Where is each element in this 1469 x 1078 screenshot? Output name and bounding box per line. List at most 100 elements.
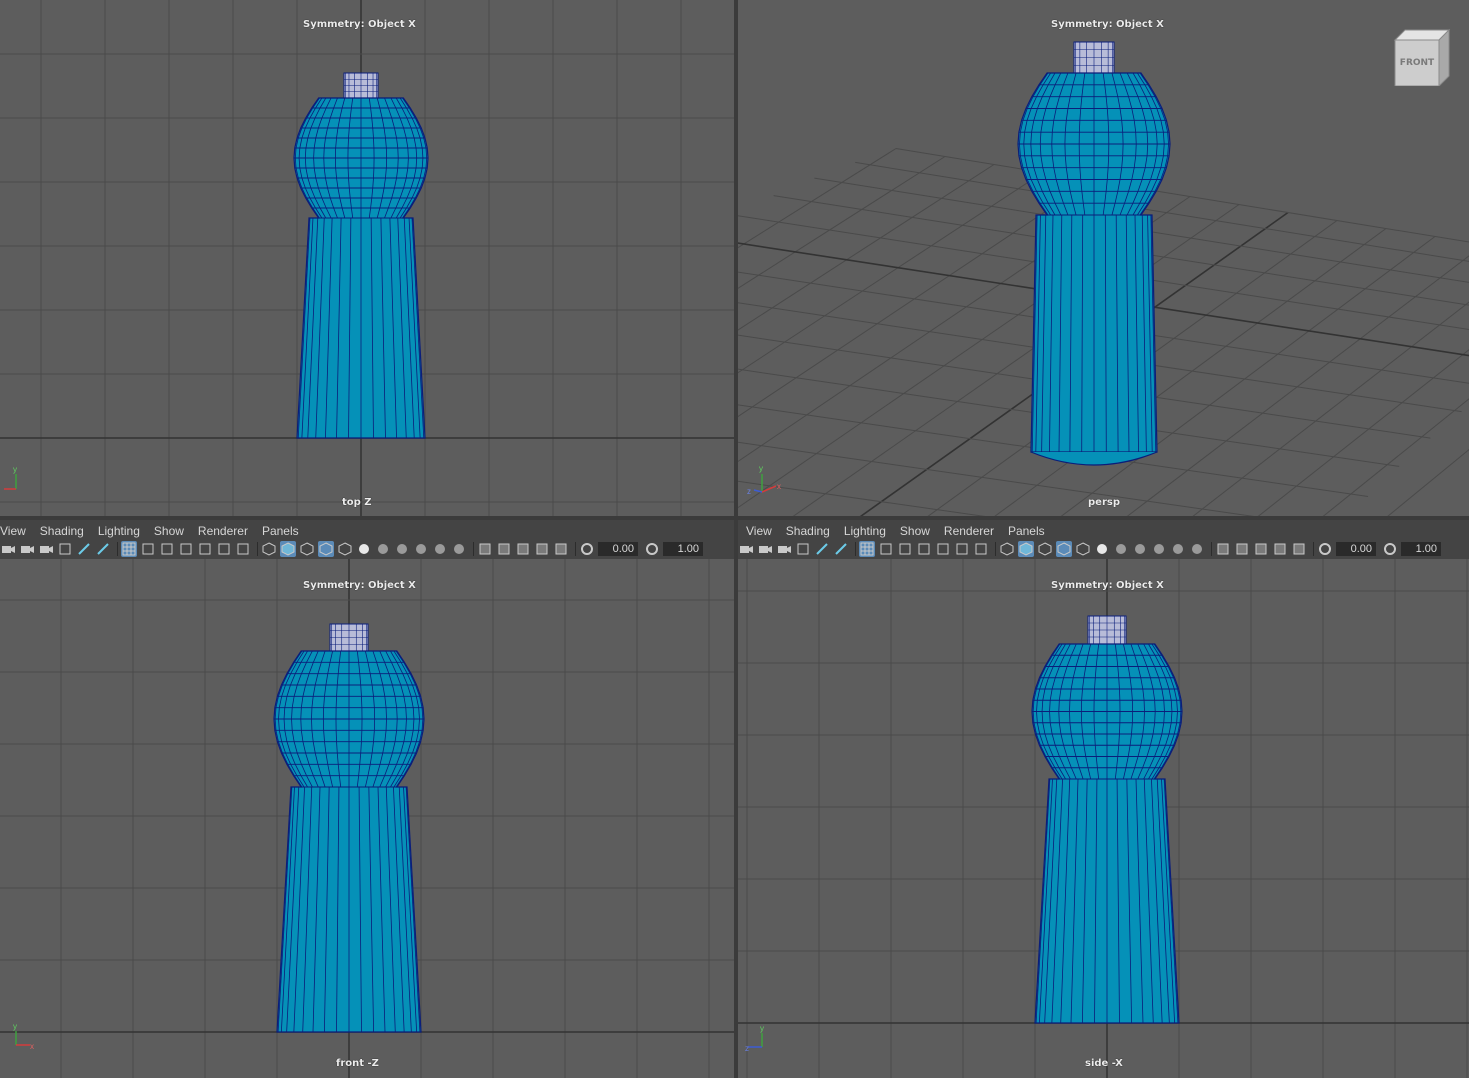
wireframe-on-shaded-icon[interactable] [318, 541, 334, 557]
xray-icon[interactable] [1234, 541, 1250, 557]
menu-show[interactable]: Show [147, 522, 191, 540]
bottle-mesh[interactable] [1017, 41, 1171, 466]
wireframe-on-shaded-icon[interactable] [1056, 541, 1072, 557]
gate-mask-icon[interactable] [178, 541, 194, 557]
screen-space-ambient-occlusion-icon[interactable] [1132, 541, 1148, 557]
safe-action-icon[interactable] [216, 541, 232, 557]
anti-aliasing-icon[interactable] [432, 541, 448, 557]
field-chart-icon[interactable] [935, 541, 951, 557]
xray-joints-icon[interactable] [1272, 541, 1288, 557]
safe-action-icon[interactable] [954, 541, 970, 557]
exposure-icon[interactable] [579, 541, 595, 557]
motion-blur-icon[interactable] [1151, 541, 1167, 557]
viewport-top-canvas[interactable]: y [0, 0, 734, 516]
menu-panels[interactable]: Panels [1001, 522, 1052, 540]
image-plane-icon[interactable] [57, 541, 73, 557]
film-gate-icon[interactable] [140, 541, 156, 557]
grease-pencil-icon[interactable] [833, 541, 849, 557]
smooth-shade-icon[interactable] [1018, 541, 1034, 557]
grid-icon[interactable] [121, 541, 137, 557]
select-camera-icon[interactable] [738, 541, 754, 557]
viewport-front[interactable]: y x Symmetry: Object X front -Z [0, 559, 734, 1078]
view-cube[interactable]: FRONT [1391, 28, 1451, 86]
motion-blur-icon[interactable] [413, 541, 429, 557]
menu-shading[interactable]: Shading [33, 522, 91, 540]
grease-pencil-icon[interactable] [95, 541, 111, 557]
grid-icon[interactable] [859, 541, 875, 557]
wireframe-icon[interactable] [999, 541, 1015, 557]
viewport-front-canvas[interactable]: y x [0, 559, 734, 1078]
xray-icon[interactable] [496, 541, 512, 557]
svg-text:z: z [747, 487, 751, 496]
2d-pan-zoom-icon[interactable] [76, 541, 92, 557]
film-gate-icon[interactable] [878, 541, 894, 557]
safe-title-icon[interactable] [235, 541, 251, 557]
symmetry-label: Symmetry: Object X [1051, 580, 1164, 591]
depth-of-field-icon[interactable] [451, 541, 467, 557]
depth-of-field-icon[interactable] [1189, 541, 1205, 557]
camera-name: front -Z [336, 1058, 379, 1069]
bookmarks-icon[interactable] [776, 541, 792, 557]
gamma-icon[interactable] [644, 541, 660, 557]
menu-panels[interactable]: Panels [255, 522, 306, 540]
textured-icon[interactable] [1075, 541, 1091, 557]
select-camera-icon[interactable] [0, 541, 16, 557]
backface-culling-icon[interactable] [553, 541, 569, 557]
toolbar-separator [1211, 542, 1212, 556]
gamma-field[interactable]: 1.00 [663, 542, 703, 556]
viewport-persp-canvas[interactable]: y x z [738, 0, 1469, 516]
viewport-side[interactable]: y z Symmetry: Object X side -X [738, 559, 1469, 1078]
gamma-field[interactable]: 1.00 [1401, 542, 1441, 556]
toolbar-separator [575, 542, 576, 556]
default-material-icon[interactable] [299, 541, 315, 557]
exposure-field[interactable]: 0.00 [1336, 542, 1376, 556]
use-all-lights-icon[interactable] [1094, 541, 1110, 557]
image-plane-icon[interactable] [795, 541, 811, 557]
shadows-icon[interactable] [375, 541, 391, 557]
use-all-lights-icon[interactable] [356, 541, 372, 557]
viewport-side-canvas[interactable]: y z [738, 559, 1469, 1078]
2d-pan-zoom-icon[interactable] [814, 541, 830, 557]
xray-active-components-icon[interactable] [515, 541, 531, 557]
smooth-shade-icon[interactable] [280, 541, 296, 557]
resolution-gate-icon[interactable] [159, 541, 175, 557]
gamma-icon[interactable] [1382, 541, 1398, 557]
shadows-icon[interactable] [1113, 541, 1129, 557]
xray-joints-icon[interactable] [534, 541, 550, 557]
viewport-top[interactable]: y Symmetry: Object X top Z [0, 0, 734, 516]
camera-attributes-icon[interactable] [19, 541, 35, 557]
gate-mask-icon[interactable] [916, 541, 932, 557]
menu-view[interactable]: View [0, 522, 33, 540]
svg-text:y: y [759, 464, 763, 473]
resolution-gate-icon[interactable] [897, 541, 913, 557]
backface-culling-icon[interactable] [1291, 541, 1307, 557]
exposure-field[interactable]: 0.00 [598, 542, 638, 556]
bottle-mesh[interactable] [293, 72, 429, 439]
bottle-mesh[interactable] [1031, 615, 1183, 1024]
toolbar-separator [257, 542, 258, 556]
viewport-divider-vertical[interactable] [734, 0, 738, 1078]
isolate-select-icon[interactable] [1215, 541, 1231, 557]
menu-view[interactable]: View [738, 522, 779, 540]
menu-renderer[interactable]: Renderer [937, 522, 1001, 540]
viewport-divider-horizontal[interactable] [0, 516, 1469, 520]
menu-renderer[interactable]: Renderer [191, 522, 255, 540]
wireframe-icon[interactable] [261, 541, 277, 557]
menu-show[interactable]: Show [893, 522, 937, 540]
bookmarks-icon[interactable] [38, 541, 54, 557]
field-chart-icon[interactable] [197, 541, 213, 557]
menu-lighting[interactable]: Lighting [91, 522, 147, 540]
camera-attributes-icon[interactable] [757, 541, 773, 557]
xray-active-components-icon[interactable] [1253, 541, 1269, 557]
exposure-icon[interactable] [1317, 541, 1333, 557]
default-material-icon[interactable] [1037, 541, 1053, 557]
menu-shading[interactable]: Shading [779, 522, 837, 540]
textured-icon[interactable] [337, 541, 353, 557]
safe-title-icon[interactable] [973, 541, 989, 557]
isolate-select-icon[interactable] [477, 541, 493, 557]
menu-lighting[interactable]: Lighting [837, 522, 893, 540]
anti-aliasing-icon[interactable] [1170, 541, 1186, 557]
bottle-mesh[interactable] [273, 623, 425, 1033]
screen-space-ambient-occlusion-icon[interactable] [394, 541, 410, 557]
viewport-persp[interactable]: y x z Symmetry: Object X persp FRONT [738, 0, 1469, 516]
